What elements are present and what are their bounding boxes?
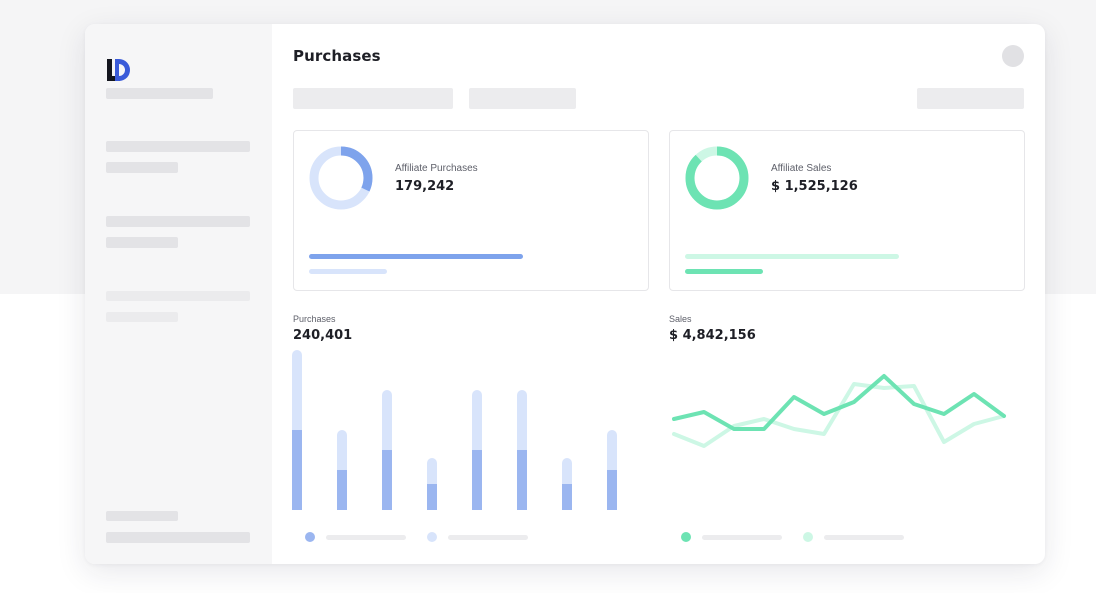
sidebar-subtitle-placeholder bbox=[106, 88, 213, 99]
app-logo[interactable] bbox=[106, 58, 132, 82]
progress-bar-primary bbox=[685, 254, 899, 259]
avatar[interactable] bbox=[1002, 45, 1024, 67]
sidebar-item-placeholder[interactable] bbox=[106, 141, 250, 152]
sidebar-item-placeholder[interactable] bbox=[106, 291, 250, 301]
legend-label-placeholder bbox=[448, 535, 528, 540]
sidebar-item-placeholder[interactable] bbox=[106, 312, 178, 322]
sidebar-footer-placeholder[interactable] bbox=[106, 511, 178, 521]
affiliate-sales-card: Affiliate Sales $ 1,525,126 bbox=[669, 130, 1025, 291]
legend-marker[interactable] bbox=[427, 532, 437, 542]
legend-marker[interactable] bbox=[305, 532, 315, 542]
bar-value[interactable] bbox=[607, 470, 617, 510]
sales-line-primary[interactable] bbox=[672, 374, 1006, 431]
bar-value[interactable] bbox=[517, 450, 527, 510]
filter-placeholder[interactable] bbox=[469, 88, 576, 109]
affiliate-purchases-donut bbox=[309, 146, 373, 210]
bar-value[interactable] bbox=[562, 484, 572, 510]
purchases-chart-label: Purchases bbox=[293, 314, 336, 324]
legend-label-placeholder bbox=[326, 535, 406, 540]
progress-bar-secondary bbox=[309, 269, 388, 274]
progress-bar-primary bbox=[309, 254, 523, 259]
progress-bar-secondary bbox=[685, 269, 764, 274]
page-title: Purchases bbox=[293, 47, 381, 65]
purchases-bar-chart bbox=[292, 350, 617, 510]
sidebar-footer-placeholder[interactable] bbox=[106, 532, 250, 543]
legend-marker[interactable] bbox=[803, 532, 813, 542]
bar-value[interactable] bbox=[292, 430, 302, 510]
card-value: 179,242 bbox=[395, 179, 455, 194]
sales-line-chart bbox=[672, 374, 1006, 448]
sidebar-item-placeholder[interactable] bbox=[106, 237, 178, 248]
bar-value[interactable] bbox=[337, 470, 347, 510]
action-placeholder[interactable] bbox=[917, 88, 1024, 109]
affiliate-sales-donut bbox=[685, 146, 749, 210]
bar-value[interactable] bbox=[382, 450, 392, 510]
legend-label-placeholder bbox=[824, 535, 904, 540]
legend-marker[interactable] bbox=[681, 532, 691, 542]
sidebar-item-placeholder[interactable] bbox=[106, 162, 178, 173]
affiliate-purchases-card: Affiliate Purchases 179,242 bbox=[293, 130, 649, 291]
card-label: Affiliate Sales bbox=[771, 163, 832, 174]
app-window: Purchases Affiliate Purchases 179,242 Af… bbox=[85, 24, 1045, 564]
sidebar-item-placeholder[interactable] bbox=[106, 216, 250, 227]
card-value: $ 1,525,126 bbox=[771, 179, 858, 194]
sidebar bbox=[85, 24, 272, 564]
filter-placeholder[interactable] bbox=[293, 88, 453, 109]
main-content: Purchases Affiliate Purchases 179,242 Af… bbox=[272, 24, 1045, 564]
card-label: Affiliate Purchases bbox=[395, 163, 478, 174]
purchases-chart-value: 240,401 bbox=[293, 328, 353, 343]
sales-chart-label: Sales bbox=[669, 314, 692, 324]
sales-line-secondary[interactable] bbox=[672, 382, 1006, 448]
bar-value[interactable] bbox=[472, 450, 482, 510]
bar-value[interactable] bbox=[427, 484, 437, 510]
legend-label-placeholder bbox=[702, 535, 782, 540]
sales-chart-value: $ 4,842,156 bbox=[669, 328, 756, 343]
